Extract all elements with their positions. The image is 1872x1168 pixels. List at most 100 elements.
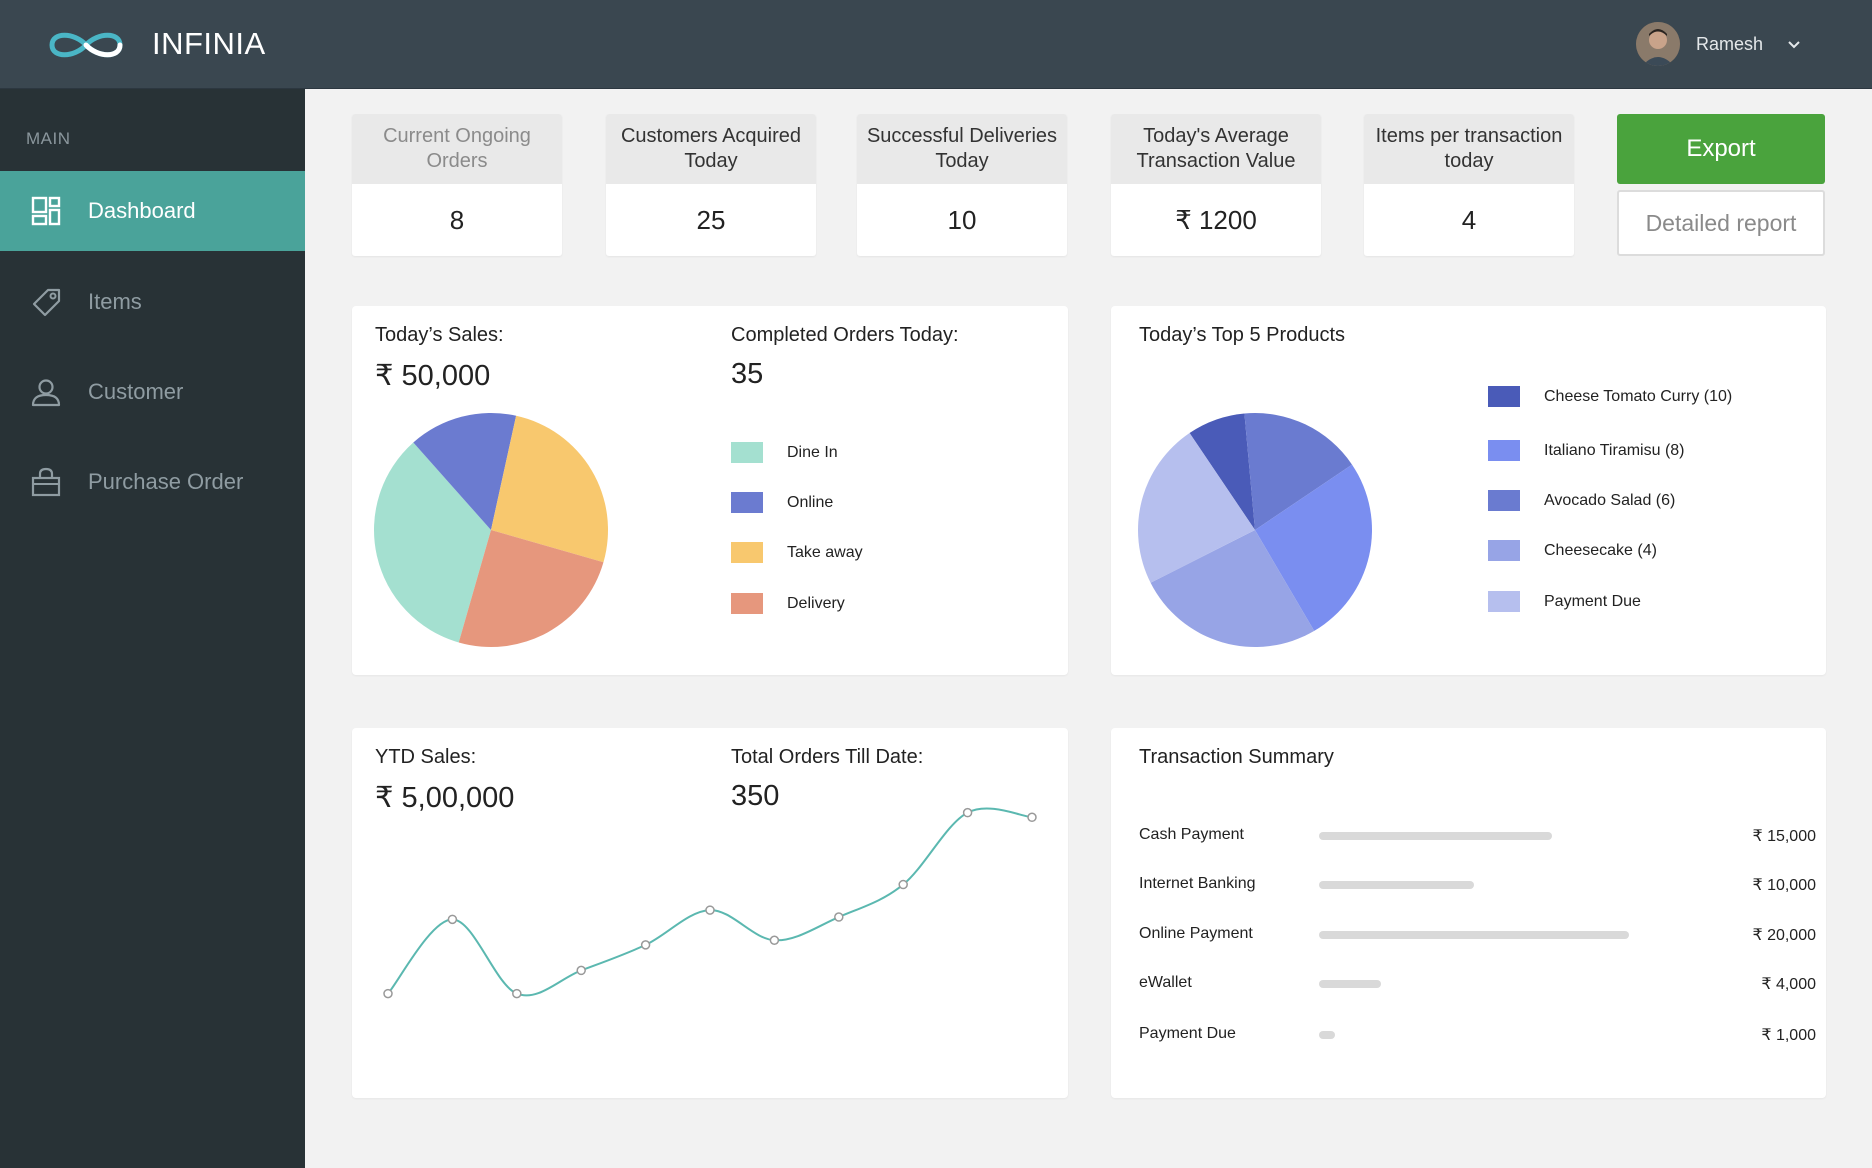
legend-swatch [1488, 490, 1520, 511]
legend-item-payment-due: Payment Due [1488, 591, 1641, 612]
completed-orders-label: Completed Orders Today: [731, 324, 959, 346]
ytd-sales-point-3 [576, 965, 586, 976]
legend-label: Cheesecake (4) [1544, 541, 1657, 559]
transaction-row-payment-due: Payment Due ₹ 1,000 [1139, 1021, 1816, 1051]
legend-swatch [1488, 386, 1520, 407]
ytd-sales-point-1 [447, 914, 458, 925]
avatar[interactable] [1636, 22, 1680, 66]
transaction-amount: ₹ 10,000 [1752, 877, 1816, 894]
transaction-row-online-payment: Online Payment ₹ 20,000 [1139, 921, 1816, 951]
sidebar-section-title: MAIN [26, 129, 71, 148]
kpi-label: Today's Average Transaction Value [1111, 114, 1321, 184]
todays-sales-card: Today’s Sales: ₹ 50,000 Completed Orders… [352, 306, 1068, 675]
ytd-sales-point-5 [705, 905, 715, 915]
legend-swatch [1488, 440, 1520, 461]
infinity-logo-icon[interactable] [40, 24, 132, 66]
transaction-row-ewallet: eWallet ₹ 4,000 [1139, 970, 1816, 1000]
kpi-card-ongoing-orders: Current Ongoing Orders 8 [352, 114, 562, 256]
legend-item-take-away: Take away [731, 542, 863, 563]
legend-swatch [1488, 540, 1520, 561]
transaction-amount: ₹ 15,000 [1752, 828, 1816, 845]
legend-swatch [731, 492, 763, 513]
transaction-summary-title: Transaction Summary [1139, 746, 1334, 768]
ytd-sales-point-10 [1027, 812, 1037, 823]
ytd-sales-point-6 [769, 935, 780, 945]
chevron-down-icon[interactable] [1785, 35, 1803, 53]
kpi-card-successful-deliveries: Successful Deliveries Today 10 [857, 114, 1067, 256]
sidebar: MAIN Dashboard Items Customer Purchase O… [0, 89, 305, 1168]
sidebar-item-label: Purchase Order [88, 469, 244, 494]
kpi-label: Customers Acquired Today [606, 114, 816, 184]
transaction-row-internet-banking: Internet Banking ₹ 10,000 [1139, 871, 1816, 901]
top-bar: INFINIA Ramesh [0, 0, 1872, 89]
todays-sales-value: ₹ 50,000 [375, 360, 491, 392]
legend-item-avocado-salad: Avocado Salad (6) [1488, 490, 1675, 511]
legend-label: Avocado Salad (6) [1544, 491, 1676, 509]
tag-icon [30, 286, 62, 318]
ytd-sales-point-7 [834, 912, 844, 922]
kpi-value: 8 [449, 204, 465, 235]
legend-swatch [1488, 591, 1520, 612]
legend-item-delivery: Delivery [731, 593, 845, 614]
ytd-sales-point-2 [512, 988, 522, 999]
legend-label: Online [787, 493, 834, 511]
legend-item-italiano-tiramisu: Italiano Tiramisu (8) [1488, 440, 1685, 461]
legend-swatch [731, 542, 763, 563]
user-menu[interactable]: Ramesh [1636, 22, 1803, 66]
kpi-value: 10 [947, 204, 977, 235]
transaction-amount: ₹ 1,000 [1761, 1027, 1816, 1044]
kpi-card-items-per-transaction: Items per transaction today 4 [1364, 114, 1574, 256]
kpi-value: 25 [696, 204, 726, 235]
legend-label: Delivery [787, 594, 845, 612]
legend-label: Cheese Tomato Curry (10) [1544, 387, 1733, 405]
kpi-value: ₹ 1200 [1175, 204, 1257, 235]
transaction-summary-card: Transaction Summary Cash Payment ₹ 15,00… [1111, 728, 1826, 1098]
sidebar-item-purchase-order[interactable]: Purchase Order [0, 442, 305, 522]
ytd-sales-point-8 [898, 879, 908, 890]
transaction-bar [1319, 881, 1474, 889]
legend-label: Payment Due [1544, 592, 1641, 610]
legend-item-cheesecake: Cheesecake (4) [1488, 540, 1657, 561]
legend-label: Dine In [787, 443, 838, 461]
kpi-label: Successful Deliveries Today [857, 114, 1067, 184]
sidebar-item-dashboard[interactable]: Dashboard [0, 171, 305, 251]
top-products-title: Today’s Top 5 Products [1139, 324, 1346, 346]
transaction-label: Online Payment [1139, 925, 1253, 942]
transaction-row-cash: Cash Payment ₹ 15,000 [1139, 822, 1816, 852]
user-icon [30, 376, 62, 408]
legend-item-online: Online [731, 492, 833, 513]
legend-label: Take away [787, 543, 863, 561]
export-button[interactable]: Export [1617, 114, 1825, 184]
transaction-bar [1319, 931, 1629, 939]
ytd-sales-card: YTD Sales: ₹ 5,00,000 Total Orders Till … [352, 728, 1068, 1098]
transaction-amount: ₹ 20,000 [1752, 927, 1816, 944]
transaction-bar [1319, 980, 1381, 988]
kpi-card-average-transaction: Today's Average Transaction Value ₹ 1200 [1111, 114, 1321, 256]
detailed-report-button[interactable]: Detailed report [1617, 190, 1825, 256]
sidebar-item-label: Items [88, 289, 142, 314]
transaction-label: Payment Due [1139, 1025, 1236, 1042]
sidebar-item-customer[interactable]: Customer [0, 352, 305, 432]
transaction-bar [1319, 832, 1552, 840]
user-name[interactable]: Ramesh [1696, 34, 1763, 55]
legend-label: Italiano Tiramisu (8) [1544, 441, 1685, 459]
kpi-card-customers-acquired: Customers Acquired Today 25 [606, 114, 816, 256]
ytd-sales-point-0 [383, 988, 393, 999]
top-products-card: Today’s Top 5 Products Cheese Tomato Cur… [1111, 306, 1826, 675]
shopping-bag-icon [30, 466, 62, 498]
transaction-label: Internet Banking [1139, 875, 1256, 892]
kpi-label: Current Ongoing Orders [352, 114, 562, 184]
transaction-list: Cash Payment ₹ 15,000 Internet Banking ₹… [1139, 822, 1816, 1062]
dashboard-icon [30, 195, 62, 227]
transaction-label: eWallet [1139, 974, 1192, 991]
top-products-pie-chart [1138, 413, 1372, 647]
sidebar-item-label: Customer [88, 379, 184, 404]
sidebar-item-items[interactable]: Items [0, 262, 305, 342]
legend-swatch [731, 593, 763, 614]
ytd-sales-line-chart [383, 807, 1037, 999]
todays-sales-label: Today’s Sales: [375, 324, 504, 346]
legend-item-dine-in: Dine In [731, 442, 838, 463]
ytd-sales-point-4 [640, 940, 651, 950]
kpi-value: 4 [1461, 204, 1477, 235]
transaction-amount: ₹ 4,000 [1761, 976, 1816, 993]
